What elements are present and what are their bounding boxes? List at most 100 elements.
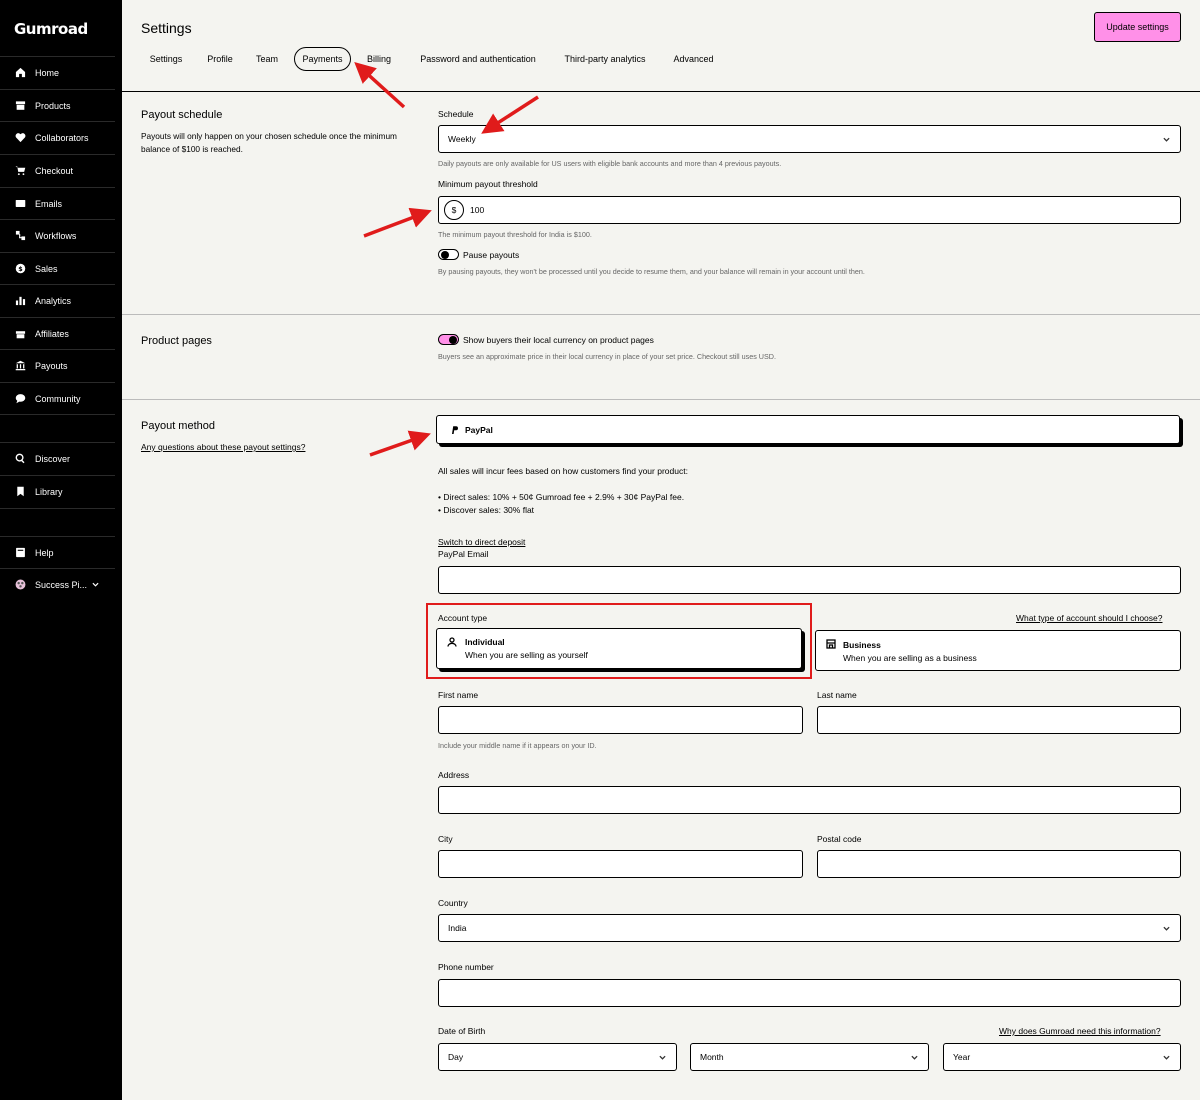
update-settings-button[interactable]: Update settings [1094, 12, 1181, 42]
sidebar-item-home[interactable]: Home [0, 56, 115, 88]
sidebar-item-affiliates[interactable]: Affiliates [0, 317, 115, 349]
schedule-value: Weekly [448, 134, 476, 144]
payout-settings-help-link[interactable]: Any questions about these payout setting… [141, 442, 305, 452]
local-currency-toggle[interactable] [438, 334, 459, 345]
paypal-method-label: PayPal [465, 425, 493, 435]
sidebar-item-label: Discover [35, 453, 71, 464]
sidebar-item-label: Sales [35, 263, 58, 274]
sidebar-item-sales[interactable]: $ Sales [0, 252, 115, 284]
sidebar-item-label: Library [35, 486, 63, 497]
tab-profile[interactable]: Profile [200, 47, 240, 71]
storefront-icon [826, 639, 836, 649]
payout-method-title: Payout method [141, 420, 215, 432]
sidebar-divider [0, 414, 115, 415]
section-divider [122, 314, 1200, 315]
business-description: When you are selling as a business [843, 653, 977, 663]
schedule-hint: Daily payouts are only available for US … [438, 159, 782, 168]
last-name-label: Last name [817, 690, 857, 700]
last-name-input[interactable] [817, 706, 1181, 734]
threshold-input[interactable]: $ 100 [438, 196, 1181, 224]
cart-icon [14, 165, 26, 177]
threshold-label: Minimum payout threshold [438, 179, 538, 189]
sidebar-item-collaborators[interactable]: Collaborators [0, 121, 115, 153]
envelope-icon [14, 198, 26, 210]
annotation-arrow-threshold [363, 207, 432, 238]
sidebar-item-community[interactable]: Community [0, 382, 115, 414]
annotation-arrow-paypal [369, 430, 431, 457]
sidebar-item-products[interactable]: Products [0, 89, 115, 121]
page-title: Settings [141, 20, 192, 36]
chevron-down-icon [1163, 924, 1170, 931]
dob-month-select[interactable]: Month [690, 1043, 929, 1071]
section-divider [122, 399, 1200, 400]
tab-team[interactable]: Team [249, 47, 285, 71]
country-value: India [448, 923, 467, 933]
sidebar-item-help[interactable]: Help [0, 536, 115, 568]
local-currency-label: Show buyers their local currency on prod… [463, 335, 654, 345]
tab-third-party-analytics[interactable]: Third-party analytics [556, 47, 654, 71]
dob-help-link[interactable]: Why does Gumroad need this information? [999, 1026, 1161, 1036]
sidebar-item-label: Help [35, 547, 54, 558]
phone-number-input[interactable] [438, 979, 1181, 1007]
schedule-label: Schedule [438, 109, 474, 119]
dob-month-value: Month [700, 1052, 724, 1062]
sidebar-item-label: Checkout [35, 165, 74, 176]
workflow-icon [14, 230, 26, 242]
chevron-down-icon [92, 581, 99, 588]
sidebar-item-label: Workflows [35, 230, 77, 241]
threshold-hint: The minimum payout threshold for India i… [438, 230, 592, 239]
sidebar-item-discover[interactable]: Discover [0, 442, 115, 474]
account-type-help-link[interactable]: What type of account should I choose? [1016, 613, 1162, 623]
bookmark-icon [14, 486, 26, 498]
sidebar-item-payouts[interactable]: Payouts [0, 349, 115, 381]
chevron-down-icon [911, 1053, 918, 1060]
annotation-highlight-box [426, 603, 812, 679]
country-select[interactable]: India [438, 914, 1181, 942]
business-account-card[interactable]: Business When you are selling as a busin… [815, 630, 1181, 671]
gift-icon [14, 328, 26, 340]
postal-code-label: Postal code [817, 834, 862, 844]
postal-code-input[interactable] [817, 850, 1181, 878]
tab-advanced[interactable]: Advanced [665, 47, 722, 71]
tab-password-authentication[interactable]: Password and authentication [409, 47, 547, 71]
sidebar-item-emails[interactable]: Emails [0, 187, 115, 219]
sidebar-item-library[interactable]: Library [0, 475, 115, 507]
switch-direct-deposit-link[interactable]: Switch to direct deposit [438, 537, 525, 547]
paypal-method-card[interactable]: PayPal [436, 415, 1180, 444]
pause-payouts-toggle[interactable] [438, 249, 459, 260]
name-hint: Include your middle name if it appears o… [438, 741, 597, 750]
sidebar-item-workflows[interactable]: Workflows [0, 219, 115, 251]
first-name-input[interactable] [438, 706, 803, 734]
sidebar-item-label: Home [35, 67, 60, 78]
address-label: Address [438, 770, 470, 780]
business-title: Business [843, 640, 881, 650]
city-label: City [438, 834, 453, 844]
sidebar-item-label: Products [35, 100, 71, 111]
search-icon [14, 453, 26, 465]
first-name-label: First name [438, 690, 479, 700]
gumroad-logo[interactable]: Gumroad [14, 20, 88, 38]
tab-billing[interactable]: Billing [360, 47, 398, 71]
fee-direct-sales: • Direct sales: 10% + 50¢ Gumroad fee + … [438, 492, 685, 502]
sidebar-item-account[interactable]: Success Pi... [0, 568, 115, 600]
address-input[interactable] [438, 786, 1181, 814]
page-header: Settings Update settings Settings Profil… [122, 0, 1200, 92]
tab-settings[interactable]: Settings [140, 47, 192, 71]
pause-payouts-label: Pause payouts [463, 250, 520, 260]
paypal-email-input[interactable] [438, 566, 1181, 594]
fees-intro: All sales will incur fees based on how c… [438, 466, 688, 476]
bank-icon [14, 360, 26, 372]
dob-year-value: Year [953, 1052, 971, 1062]
dob-day-select[interactable]: Day [438, 1043, 677, 1071]
sidebar-item-checkout[interactable]: Checkout [0, 154, 115, 186]
dob-label: Date of Birth [438, 1026, 486, 1036]
sidebar-item-analytics[interactable]: Analytics [0, 284, 115, 316]
chevron-down-icon [1163, 135, 1170, 142]
city-input[interactable] [438, 850, 803, 878]
heart-handshake-icon [14, 132, 26, 144]
paypal-email-label: PayPal Email [438, 549, 489, 559]
schedule-select[interactable]: Weekly [438, 125, 1181, 153]
dob-year-select[interactable]: Year [943, 1043, 1181, 1071]
tab-payments[interactable]: Payments [294, 47, 351, 71]
currency-symbol: $ [444, 200, 464, 220]
